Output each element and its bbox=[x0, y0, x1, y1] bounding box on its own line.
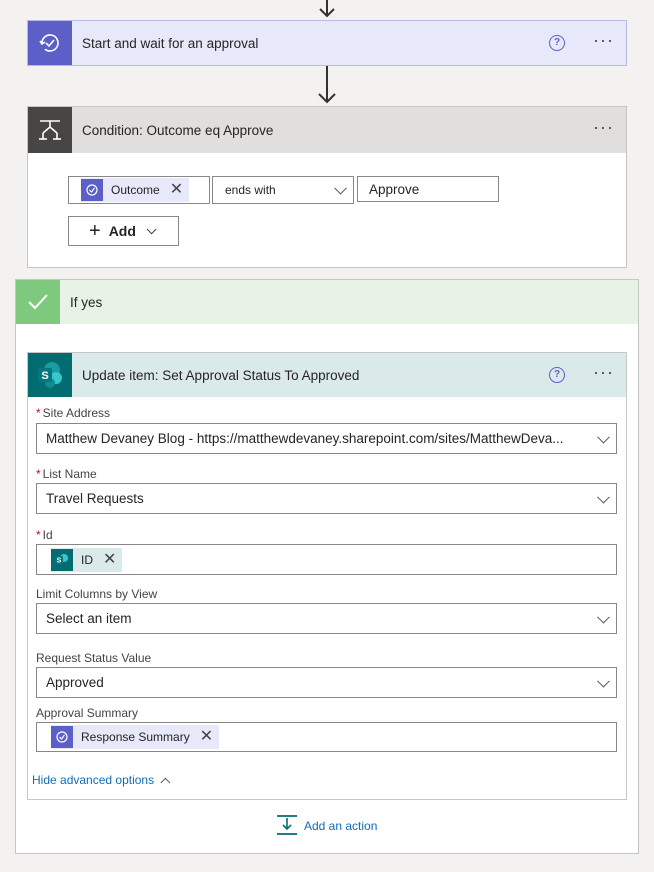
site-address-value: Matthew Devaney Blog - https://matthewde… bbox=[46, 431, 564, 446]
response-summary-token-label: Response Summary bbox=[81, 730, 190, 744]
connector-arrow-top bbox=[317, 0, 337, 20]
chevron-down-icon bbox=[597, 610, 610, 624]
chevron-down-icon bbox=[146, 223, 157, 234]
limit-columns-dropdown[interactable]: Select an item bbox=[36, 603, 617, 634]
limit-columns-placeholder: Select an item bbox=[46, 611, 132, 626]
approval-icon bbox=[81, 179, 103, 201]
approval-step-title: Start and wait for an approval bbox=[82, 35, 259, 51]
condition-left-operand[interactable]: Outcome ✕ bbox=[68, 176, 210, 204]
chevron-up-icon bbox=[160, 777, 171, 788]
request-status-dropdown[interactable]: Approved bbox=[36, 667, 617, 698]
more-options-icon[interactable]: ··· bbox=[593, 31, 614, 51]
approval-step-card[interactable]: Start and wait for an approval ? ··· bbox=[27, 20, 627, 66]
outcome-token[interactable]: Outcome ✕ bbox=[81, 178, 190, 202]
request-status-label: Request Status Value bbox=[36, 651, 152, 665]
svg-text:S: S bbox=[41, 370, 48, 382]
condition-title: Condition: Outcome eq Approve bbox=[82, 122, 274, 138]
list-name-dropdown[interactable]: Travel Requests bbox=[36, 483, 617, 514]
approval-icon bbox=[51, 726, 73, 748]
connector-arrow bbox=[315, 66, 339, 106]
add-button[interactable]: + Add bbox=[68, 216, 179, 246]
approval-icon bbox=[28, 21, 72, 65]
help-icon[interactable]: ? bbox=[549, 35, 566, 51]
site-address-dropdown[interactable]: Matthew Devaney Blog - https://matthewde… bbox=[36, 423, 617, 454]
sharepoint-icon: S bbox=[51, 548, 73, 571]
remove-token-icon[interactable]: ✕ bbox=[200, 729, 213, 745]
if-yes-title: If yes bbox=[70, 294, 103, 310]
remove-token-icon[interactable]: ✕ bbox=[103, 551, 116, 568]
site-address-label: * Site Address bbox=[36, 406, 111, 420]
update-item-header[interactable]: S Update item: Set Approval Status To Ap… bbox=[28, 353, 626, 397]
add-button-label: Add bbox=[108, 223, 136, 239]
help-icon[interactable]: ? bbox=[549, 367, 566, 383]
remove-token-icon[interactable]: ✕ bbox=[170, 182, 183, 198]
sharepoint-icon: S bbox=[28, 353, 72, 397]
svg-text:S: S bbox=[57, 557, 62, 564]
add-action-button[interactable]: Add an action bbox=[276, 814, 377, 838]
id-label: * Id bbox=[36, 528, 53, 542]
more-options-icon[interactable]: ··· bbox=[593, 118, 614, 138]
update-item-title: Update item: Set Approval Status To Appr… bbox=[82, 367, 360, 383]
condition-value-input[interactable]: Approve bbox=[357, 176, 499, 202]
id-token-label: ID bbox=[81, 552, 93, 567]
condition-card: Condition: Outcome eq Approve ··· Outcom… bbox=[27, 106, 627, 268]
chevron-down-icon bbox=[597, 430, 610, 444]
hide-advanced-options-link[interactable]: Hide advanced options bbox=[32, 773, 171, 788]
condition-header[interactable]: Condition: Outcome eq Approve ··· bbox=[28, 107, 626, 153]
approval-summary-input[interactable]: Response Summary ✕ bbox=[36, 722, 617, 752]
condition-icon bbox=[28, 107, 72, 153]
list-name-value: Travel Requests bbox=[46, 491, 144, 506]
limit-columns-label: Limit Columns by View bbox=[36, 587, 158, 601]
plus-icon: + bbox=[89, 220, 101, 242]
outcome-token-label: Outcome bbox=[111, 183, 160, 197]
update-item-card: S Update item: Set Approval Status To Ap… bbox=[27, 352, 627, 800]
checkmark-icon bbox=[16, 280, 60, 324]
response-summary-token[interactable]: Response Summary ✕ bbox=[51, 725, 220, 749]
chevron-down-icon bbox=[334, 181, 347, 195]
add-action-icon bbox=[276, 814, 298, 839]
approval-summary-label: Approval Summary bbox=[36, 706, 139, 720]
request-status-value: Approved bbox=[46, 675, 104, 690]
id-token[interactable]: S ID ✕ bbox=[51, 547, 123, 572]
operator-value: ends with bbox=[225, 183, 276, 197]
chevron-down-icon bbox=[597, 674, 610, 688]
id-input[interactable]: S ID ✕ bbox=[36, 544, 617, 575]
operator-dropdown[interactable]: ends with bbox=[212, 176, 354, 204]
add-action-label: Add an action bbox=[304, 819, 378, 833]
condition-value: Approve bbox=[369, 181, 420, 197]
more-options-icon[interactable]: ··· bbox=[593, 363, 614, 383]
list-name-label: * List Name bbox=[36, 467, 97, 481]
if-yes-header[interactable]: If yes bbox=[16, 280, 638, 324]
chevron-down-icon bbox=[597, 490, 610, 504]
